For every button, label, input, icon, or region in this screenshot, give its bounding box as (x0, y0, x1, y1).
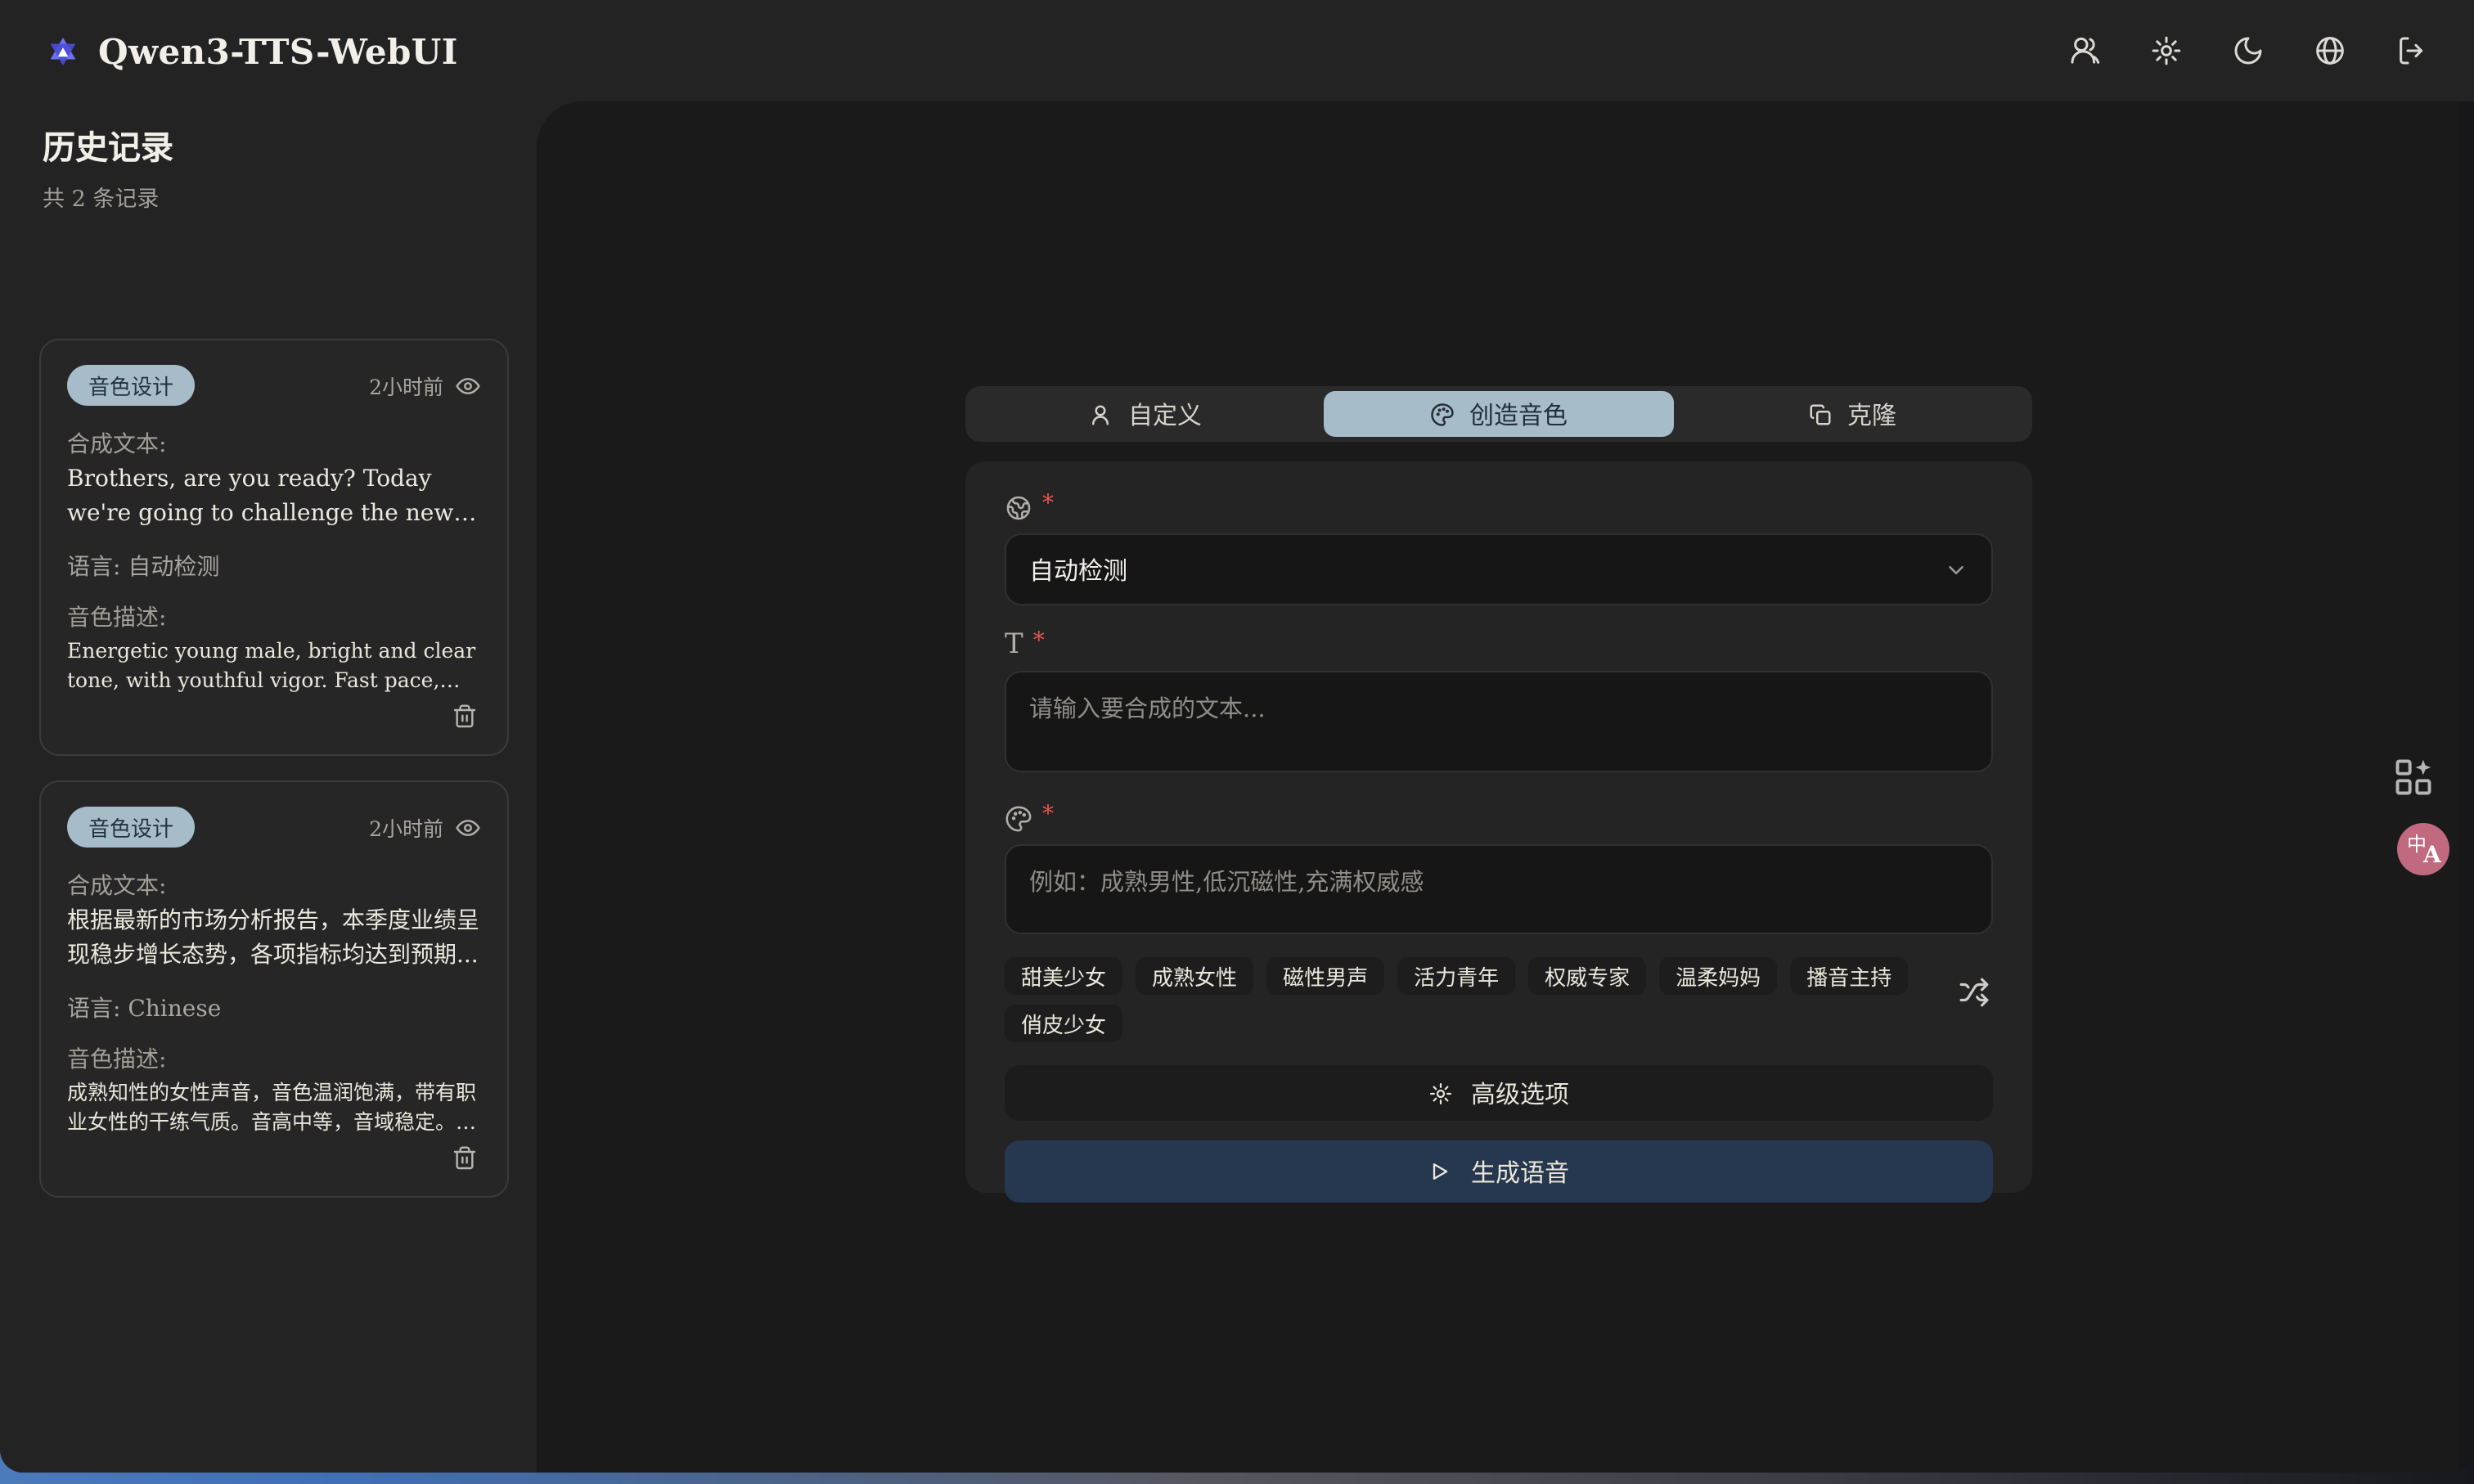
app-title: Qwen3-TTS-WebUI (98, 30, 458, 71)
record-voice-desc: 成熟知性的女性声音，音色温润饱满，带有职业女性的干练气质。音高中等，音域稳定。语… (67, 1078, 481, 1138)
app-header: Qwen3-TTS-WebUI (0, 0, 2474, 101)
preset-chip[interactable]: 俏皮少女 (1005, 1005, 1122, 1042)
mode-tabs: 自定义 创造音色 克隆 (965, 386, 2032, 442)
voice-label: 音色描述: (67, 600, 481, 633)
preset-chip[interactable]: 甜美少女 (1005, 957, 1122, 995)
preset-chip[interactable]: 成熟女性 (1136, 957, 1253, 995)
record-text: 根据最新的市场分析报告，本季度业绩呈现稳步增长态势，各项指标均达到预期... (67, 905, 481, 974)
record-type-badge: 音色设计 (67, 365, 195, 406)
record-time: 2小时前 (369, 370, 443, 401)
app-window: Qwen3-TTS-WebUI (0, 0, 2474, 1473)
preset-chip[interactable]: 权威专家 (1528, 957, 1646, 995)
history-count: 共 2 条记录 (43, 180, 537, 213)
floating-apps-button[interactable] (2392, 756, 2435, 798)
language-select-value: 自动检测 (1029, 552, 1127, 587)
voice-desc-field-label: * (1005, 805, 1993, 834)
play-icon (1428, 1160, 1451, 1183)
delete-record-icon[interactable] (452, 1144, 478, 1173)
required-marker: * (1042, 805, 1054, 825)
floating-translate-button[interactable]: 中 A (2397, 823, 2449, 875)
preset-tags-area: 甜美少女 成熟女性 磁性男声 活力青年 权威专家 温柔妈妈 播音主持 俏皮少女 (1005, 957, 1993, 1042)
logout-icon[interactable] (2395, 34, 2428, 67)
header-actions (2068, 34, 2428, 67)
delete-record-icon[interactable] (452, 702, 478, 731)
tab-clone[interactable]: 克隆 (1677, 391, 2027, 437)
record-language: 语言: 自动检测 (67, 550, 481, 582)
tab-label: 克隆 (1847, 397, 1896, 431)
palette-icon (1005, 805, 1032, 833)
record-time: 2小时前 (369, 812, 443, 843)
record-text: Brothers, are you ready? Today we're goi… (67, 463, 481, 532)
history-card[interactable]: 音色设计 2小时前 合成文本: Brothers, are you ready?… (39, 339, 509, 756)
record-language: 语言: Chinese (67, 992, 481, 1024)
text-field-label: T * (1005, 632, 1993, 661)
sidebar-title: 历史记录 (43, 121, 537, 169)
chevron-down-icon (1944, 557, 1968, 582)
gear-icon (1428, 1081, 1453, 1105)
preset-chip[interactable]: 温柔妈妈 (1659, 957, 1777, 995)
globe-icon[interactable] (2314, 34, 2346, 67)
preset-chip[interactable]: 磁性男声 (1266, 957, 1384, 995)
scrollbar-track[interactable] (2458, 101, 2474, 1473)
advanced-options-label: 高级选项 (1471, 1076, 1569, 1110)
users-icon[interactable] (2068, 34, 2101, 67)
text-label: 合成文本: (67, 427, 481, 460)
synthesis-text-input[interactable] (1005, 671, 1993, 772)
desktop-background: Qwen3-TTS-WebUI (0, 0, 2474, 1484)
record-type-badge: 音色设计 (67, 807, 195, 848)
tab-custom[interactable]: 自定义 (970, 391, 1320, 437)
preset-chip[interactable]: 活力青年 (1397, 957, 1515, 995)
generate-speech-label: 生成语音 (1471, 1154, 1569, 1189)
tts-form-panel: * 自动检测 T * * (965, 461, 2032, 1193)
view-record-icon[interactable] (455, 814, 481, 840)
language-field-label: * (1005, 494, 1993, 524)
sparkle-grid-icon (2392, 756, 2435, 798)
view-record-icon[interactable] (455, 372, 481, 398)
type-icon: T (1005, 632, 1023, 659)
qwen-logo-icon (46, 34, 80, 68)
tab-label: 创造音色 (1469, 397, 1568, 431)
preset-chip[interactable]: 播音主持 (1790, 957, 1908, 995)
tab-label: 自定义 (1128, 397, 1202, 431)
history-card[interactable]: 音色设计 2小时前 合成文本: 根据最新的市场分析报告，本季度业绩呈现稳步增长态… (39, 780, 509, 1198)
text-label: 合成文本: (67, 869, 481, 902)
moon-icon[interactable] (2232, 34, 2265, 67)
required-marker: * (1033, 632, 1045, 651)
voice-label: 音色描述: (67, 1042, 481, 1075)
language-select[interactable]: 自动检测 (1005, 533, 1993, 605)
earth-icon (1005, 494, 1032, 522)
history-sidebar: 历史记录 共 2 条记录 音色设计 2小时前 合成文本: (0, 101, 537, 1473)
generate-speech-button[interactable]: 生成语音 (1005, 1140, 1993, 1203)
advanced-options-button[interactable]: 高级选项 (1005, 1065, 1993, 1121)
tab-create-voice[interactable]: 创造音色 (1324, 391, 1674, 437)
shuffle-icon[interactable] (1959, 977, 1990, 1008)
required-marker: * (1042, 494, 1054, 514)
voice-desc-input[interactable] (1005, 844, 1993, 934)
settings-gear-icon[interactable] (2150, 34, 2183, 67)
record-voice-desc: Energetic young male, bright and clear t… (67, 636, 481, 696)
